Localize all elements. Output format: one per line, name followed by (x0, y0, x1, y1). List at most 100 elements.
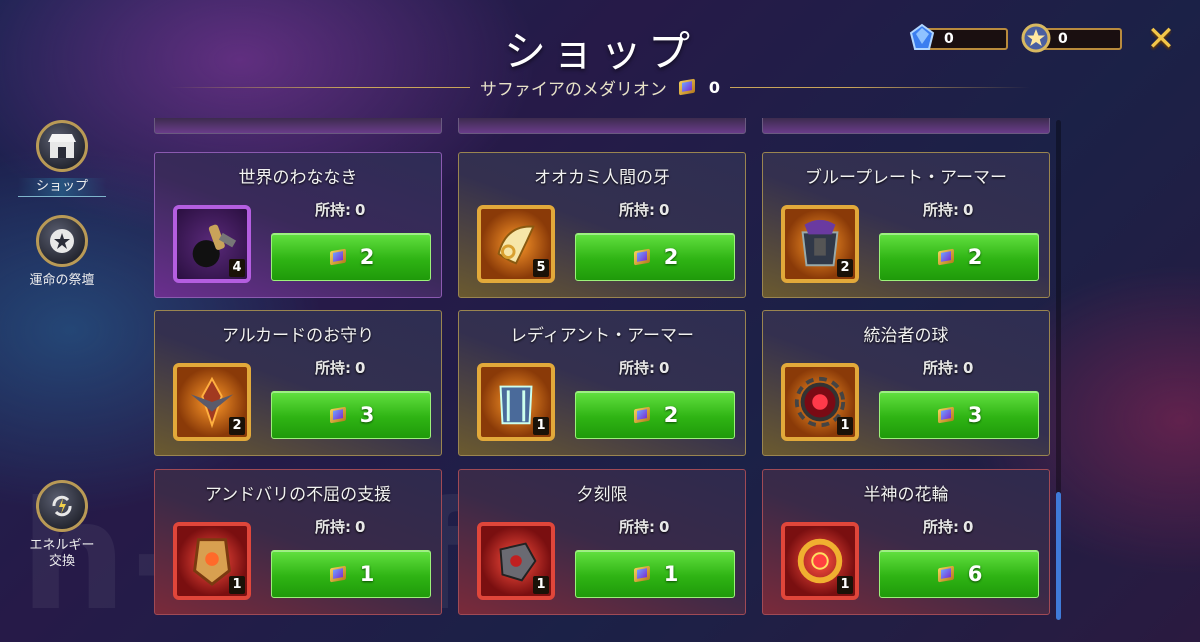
sapphire-medallion-icon (677, 77, 699, 97)
item-name: レディアント・アーマー (509, 326, 695, 346)
item-name: 統治者の球 (863, 326, 949, 346)
sapphire-medallion-icon (328, 564, 350, 584)
owned-label: 所持: (923, 359, 959, 377)
owned-count: 所持: 0 (315, 516, 435, 537)
item-icon[interactable]: 5 (477, 205, 555, 283)
item-card[interactable]: アルカードのお守り 2 所持: 0 3 (154, 310, 442, 456)
item-name: オオカミ人間の牙 (534, 168, 670, 188)
price: 1 (663, 562, 679, 586)
buy-button[interactable]: 1 (575, 550, 735, 598)
sapphire-medallion-icon (936, 405, 958, 425)
item-card[interactable]: 夕刻限 1 所持: 0 1 (458, 469, 746, 615)
currency-crystal[interactable]: 0 (906, 23, 1008, 52)
price: 1 (359, 562, 375, 586)
item-card[interactable]: 統治者の球 1 所持: 0 3 (762, 310, 1050, 456)
owned-count: 所持: 0 (619, 357, 739, 378)
item-card[interactable]: ブループレート・アーマー 2 所持: 0 2 (762, 152, 1050, 298)
subtitle-label: サファイアのメダリオン (479, 79, 667, 100)
buy-button[interactable]: 2 (879, 233, 1039, 281)
item-icon[interactable]: 1 (173, 522, 251, 600)
item-icon[interactable]: 2 (173, 363, 251, 441)
sidebar-item-label: 運命の祭壇 (29, 273, 95, 288)
item-icon[interactable]: 1 (477, 363, 555, 441)
sapphire-medallion-icon (632, 564, 654, 584)
buy-button[interactable]: 2 (271, 233, 431, 281)
price: 3 (967, 403, 983, 427)
owned-value: 0 (355, 518, 366, 536)
buy-button[interactable]: 3 (271, 391, 431, 439)
currency-medallion[interactable]: 0 (1020, 23, 1122, 53)
sidebar-item-altar[interactable]: 運命の祭壇 (18, 215, 106, 289)
item-card[interactable]: 半神の花輪 1 所持: 0 6 (762, 469, 1050, 615)
sidebar-item-energy[interactable]: エネルギー 交換 (18, 480, 106, 570)
owned-label: 所持: (619, 359, 655, 377)
item-icon[interactable]: 1 (477, 522, 555, 600)
item-name: 夕刻限 (576, 485, 628, 505)
star-altar-icon (36, 215, 88, 267)
owned-label: 所持: (619, 201, 655, 219)
scrollbar-thumb[interactable] (1056, 492, 1061, 620)
buy-button[interactable]: 2 (575, 233, 735, 281)
subtitle-count: 0 (708, 77, 721, 97)
item-icon[interactable]: 2 (781, 205, 859, 283)
item-name: 世界のわななき (238, 168, 358, 188)
sapphire-medallion-icon (936, 564, 958, 584)
sapphire-medallion-icon (328, 247, 350, 267)
price: 2 (359, 245, 375, 269)
sapphire-medallion-icon (632, 405, 654, 425)
item-card[interactable]: 世界のわななき 4 所持: 0 2 (154, 152, 442, 298)
shop-grid[interactable]: 世界のわななき 4 所持: 0 2 オオカミ人間の牙 5 所持: 0 2 ブループレート・アーマー 2… (150, 118, 1055, 618)
shop-icon (36, 120, 88, 172)
divider-right (730, 86, 1031, 88)
owned-value: 0 (963, 359, 974, 377)
blue-crystal-icon (909, 23, 935, 50)
card-peek (762, 118, 1050, 134)
owned-value: 0 (355, 359, 366, 377)
card-peek (458, 118, 746, 134)
item-name: 半神の花輪 (863, 485, 949, 505)
owned-count: 所持: 0 (923, 199, 1043, 220)
close-button[interactable]: ✕ (1145, 22, 1177, 56)
sapphire-medallion-icon (328, 405, 350, 425)
buy-button[interactable]: 3 (879, 391, 1039, 439)
owned-label: 所持: (923, 201, 959, 219)
scrollbar[interactable] (1056, 120, 1061, 620)
buy-button[interactable]: 6 (879, 550, 1039, 598)
price: 6 (967, 562, 983, 586)
item-card[interactable]: アンドバリの不屈の支援 1 所持: 0 1 (154, 469, 442, 615)
item-quantity: 4 (229, 259, 245, 277)
item-icon[interactable]: 4 (173, 205, 251, 283)
energy-exchange-icon (36, 480, 88, 532)
item-icon[interactable]: 1 (781, 522, 859, 600)
item-quantity: 2 (837, 259, 853, 277)
item-quantity: 1 (533, 417, 549, 435)
item-card[interactable]: オオカミ人間の牙 5 所持: 0 2 (458, 152, 746, 298)
sidebar-item-label: ショップ (18, 178, 106, 197)
price: 3 (359, 403, 375, 427)
price: 2 (663, 245, 679, 269)
owned-value: 0 (659, 359, 670, 377)
owned-label: 所持: (315, 201, 351, 219)
sidebar-item-shop[interactable]: ショップ (18, 120, 106, 197)
item-card[interactable]: レディアント・アーマー 1 所持: 0 2 (458, 310, 746, 456)
buy-button[interactable]: 2 (575, 391, 735, 439)
sapphire-medallion-icon (936, 247, 958, 267)
item-quantity: 5 (533, 259, 549, 277)
owned-value: 0 (963, 201, 974, 219)
owned-value: 0 (355, 201, 366, 219)
owned-count: 所持: 0 (619, 199, 739, 220)
item-quantity: 2 (229, 417, 245, 435)
card-peek (154, 118, 442, 134)
close-icon: ✕ (1146, 19, 1176, 59)
owned-label: 所持: (315, 518, 351, 536)
item-quantity: 1 (837, 417, 853, 435)
owned-count: 所持: 0 (923, 516, 1043, 537)
item-name: アンドバリの不屈の支援 (204, 485, 392, 505)
sidebar-item-label: エネルギー 交換 (29, 538, 95, 569)
item-quantity: 1 (229, 576, 245, 594)
buy-button[interactable]: 1 (271, 550, 431, 598)
sapphire-medallion-icon (632, 247, 654, 267)
item-icon[interactable]: 1 (781, 363, 859, 441)
item-quantity: 1 (533, 576, 549, 594)
price: 2 (967, 245, 983, 269)
